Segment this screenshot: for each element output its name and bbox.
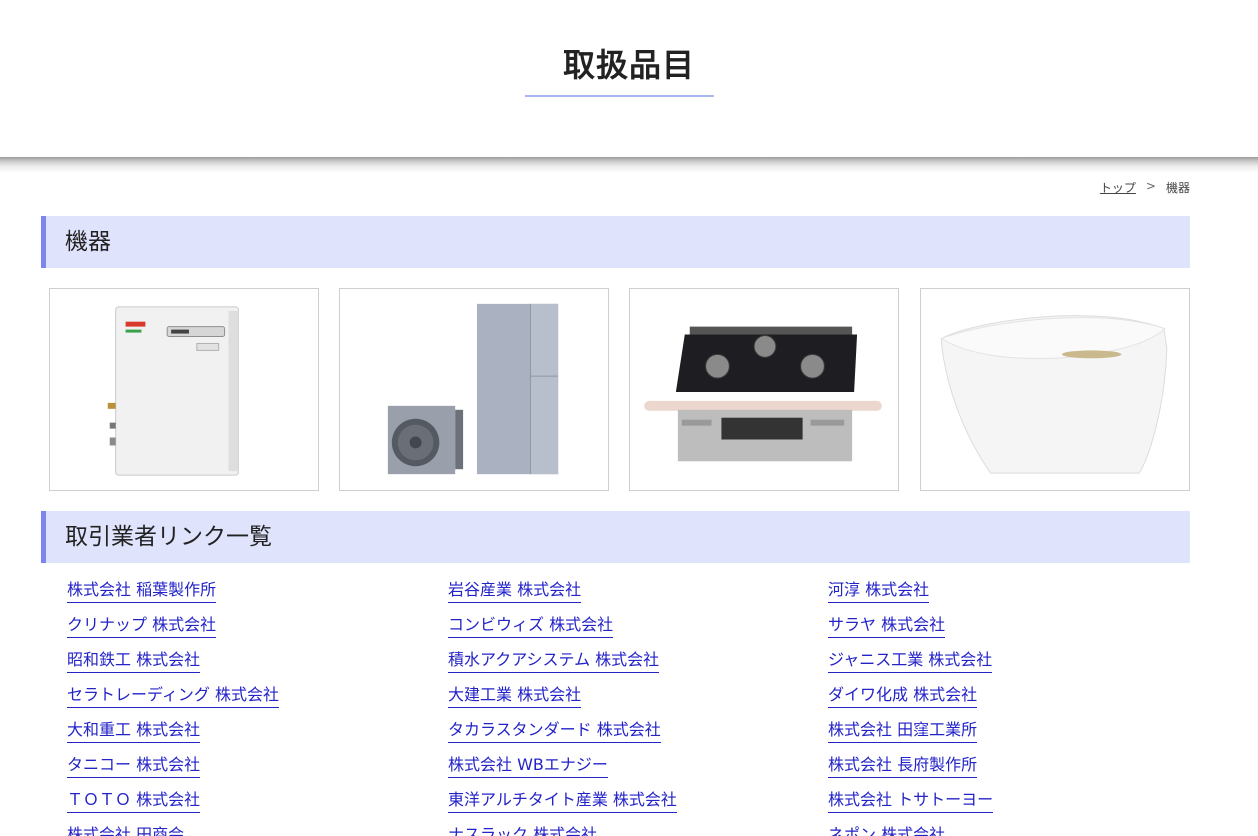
vendor-link[interactable]: 株式会社 田商会 (67, 823, 184, 836)
vendor-row: タニコー 株式会社 株式会社 WBエナジー 株式会社 長府製作所 (67, 753, 1217, 788)
vendor-link[interactable]: 株式会社 稲葉製作所 (67, 578, 217, 603)
product-card-heat-pump[interactable] (339, 288, 609, 491)
vendor-link[interactable]: ダイワ化成 株式会社 (828, 683, 978, 708)
vendor-link[interactable]: 大建工業 株式会社 (448, 683, 582, 708)
vendor-link[interactable]: クリナップ 株式会社 (67, 613, 217, 638)
vendor-link[interactable]: 積水アクアシステム 株式会社 (448, 648, 660, 673)
vendor-link-list: 株式会社 稲葉製作所 岩谷産業 株式会社 河淳 株式会社 クリナップ 株式会社 … (67, 578, 1217, 836)
vendor-row: セラトレーディング 株式会社 大建工業 株式会社 ダイワ化成 株式会社 (67, 683, 1217, 718)
vendor-link[interactable]: ＴＯＴＯ 株式会社 (67, 788, 201, 813)
toilet-image (939, 315, 1168, 474)
header-shadow (0, 157, 1258, 173)
title-underline (525, 95, 714, 97)
vendor-link[interactable]: 東洋アルチタイト産業 株式会社 (448, 788, 677, 813)
vendor-link[interactable]: 株式会社 長府製作所 (828, 753, 978, 778)
vendor-link[interactable]: タニコー 株式会社 (67, 753, 201, 778)
vendor-link[interactable]: コンビウィズ 株式会社 (448, 613, 614, 638)
vendor-link[interactable]: 株式会社 田窪工業所 (828, 718, 978, 743)
vendor-link[interactable]: タカラスタンダード 株式会社 (448, 718, 661, 743)
page-header: 取扱品目 (0, 0, 1258, 160)
section-heading-equipment: 機器 (41, 216, 1190, 268)
product-card-gas-stove[interactable] (629, 288, 899, 491)
water-heater-image (107, 306, 239, 476)
vendor-link[interactable]: 大和重工 株式会社 (67, 718, 201, 743)
vendor-row: 株式会社 田商会 ナスラック 株式会社 ネポン 株式会社 (67, 823, 1217, 836)
vendor-link[interactable]: 昭和鉄工 株式会社 (67, 648, 201, 673)
vendor-link[interactable]: 岩谷産業 株式会社 (448, 578, 582, 603)
breadcrumb-separator: > (1145, 179, 1156, 193)
vendor-row: ＴＯＴＯ 株式会社 東洋アルチタイト産業 株式会社 株式会社 トサトーヨー (67, 788, 1217, 823)
vendor-row: 株式会社 稲葉製作所 岩谷産業 株式会社 河淳 株式会社 (67, 578, 1217, 613)
vendor-link[interactable]: 株式会社 WBエナジー (448, 753, 608, 778)
breadcrumb-home-link[interactable]: トップ (1100, 179, 1136, 196)
breadcrumb: トップ > 機器 (1100, 179, 1190, 196)
product-card-water-heater[interactable] (49, 288, 319, 491)
heat-pump-image (387, 303, 559, 475)
vendor-link[interactable]: ジャニス工業 株式会社 (828, 648, 993, 673)
vendor-link[interactable]: 河淳 株式会社 (828, 578, 930, 603)
product-card-toilet[interactable] (920, 288, 1190, 491)
vendor-row: クリナップ 株式会社 コンビウィズ 株式会社 サラヤ 株式会社 (67, 613, 1217, 648)
vendor-link[interactable]: ナスラック 株式会社 (448, 823, 597, 836)
page-title: 取扱品目 (562, 46, 695, 84)
vendor-row: 昭和鉄工 株式会社 積水アクアシステム 株式会社 ジャニス工業 株式会社 (67, 648, 1217, 683)
gas-stove-image (644, 326, 882, 462)
breadcrumb-current: 機器 (1165, 181, 1190, 195)
vendor-link[interactable]: 株式会社 トサトーヨー (828, 788, 994, 813)
vendor-link[interactable]: セラトレーディング 株式会社 (67, 683, 279, 708)
vendor-row: 大和重工 株式会社 タカラスタンダード 株式会社 株式会社 田窪工業所 (67, 718, 1217, 753)
vendor-link[interactable]: サラヤ 株式会社 (828, 613, 946, 638)
section-heading-vendors: 取引業者リンク一覧 (41, 511, 1190, 563)
vendor-link[interactable]: ネポン 株式会社 (828, 823, 945, 836)
